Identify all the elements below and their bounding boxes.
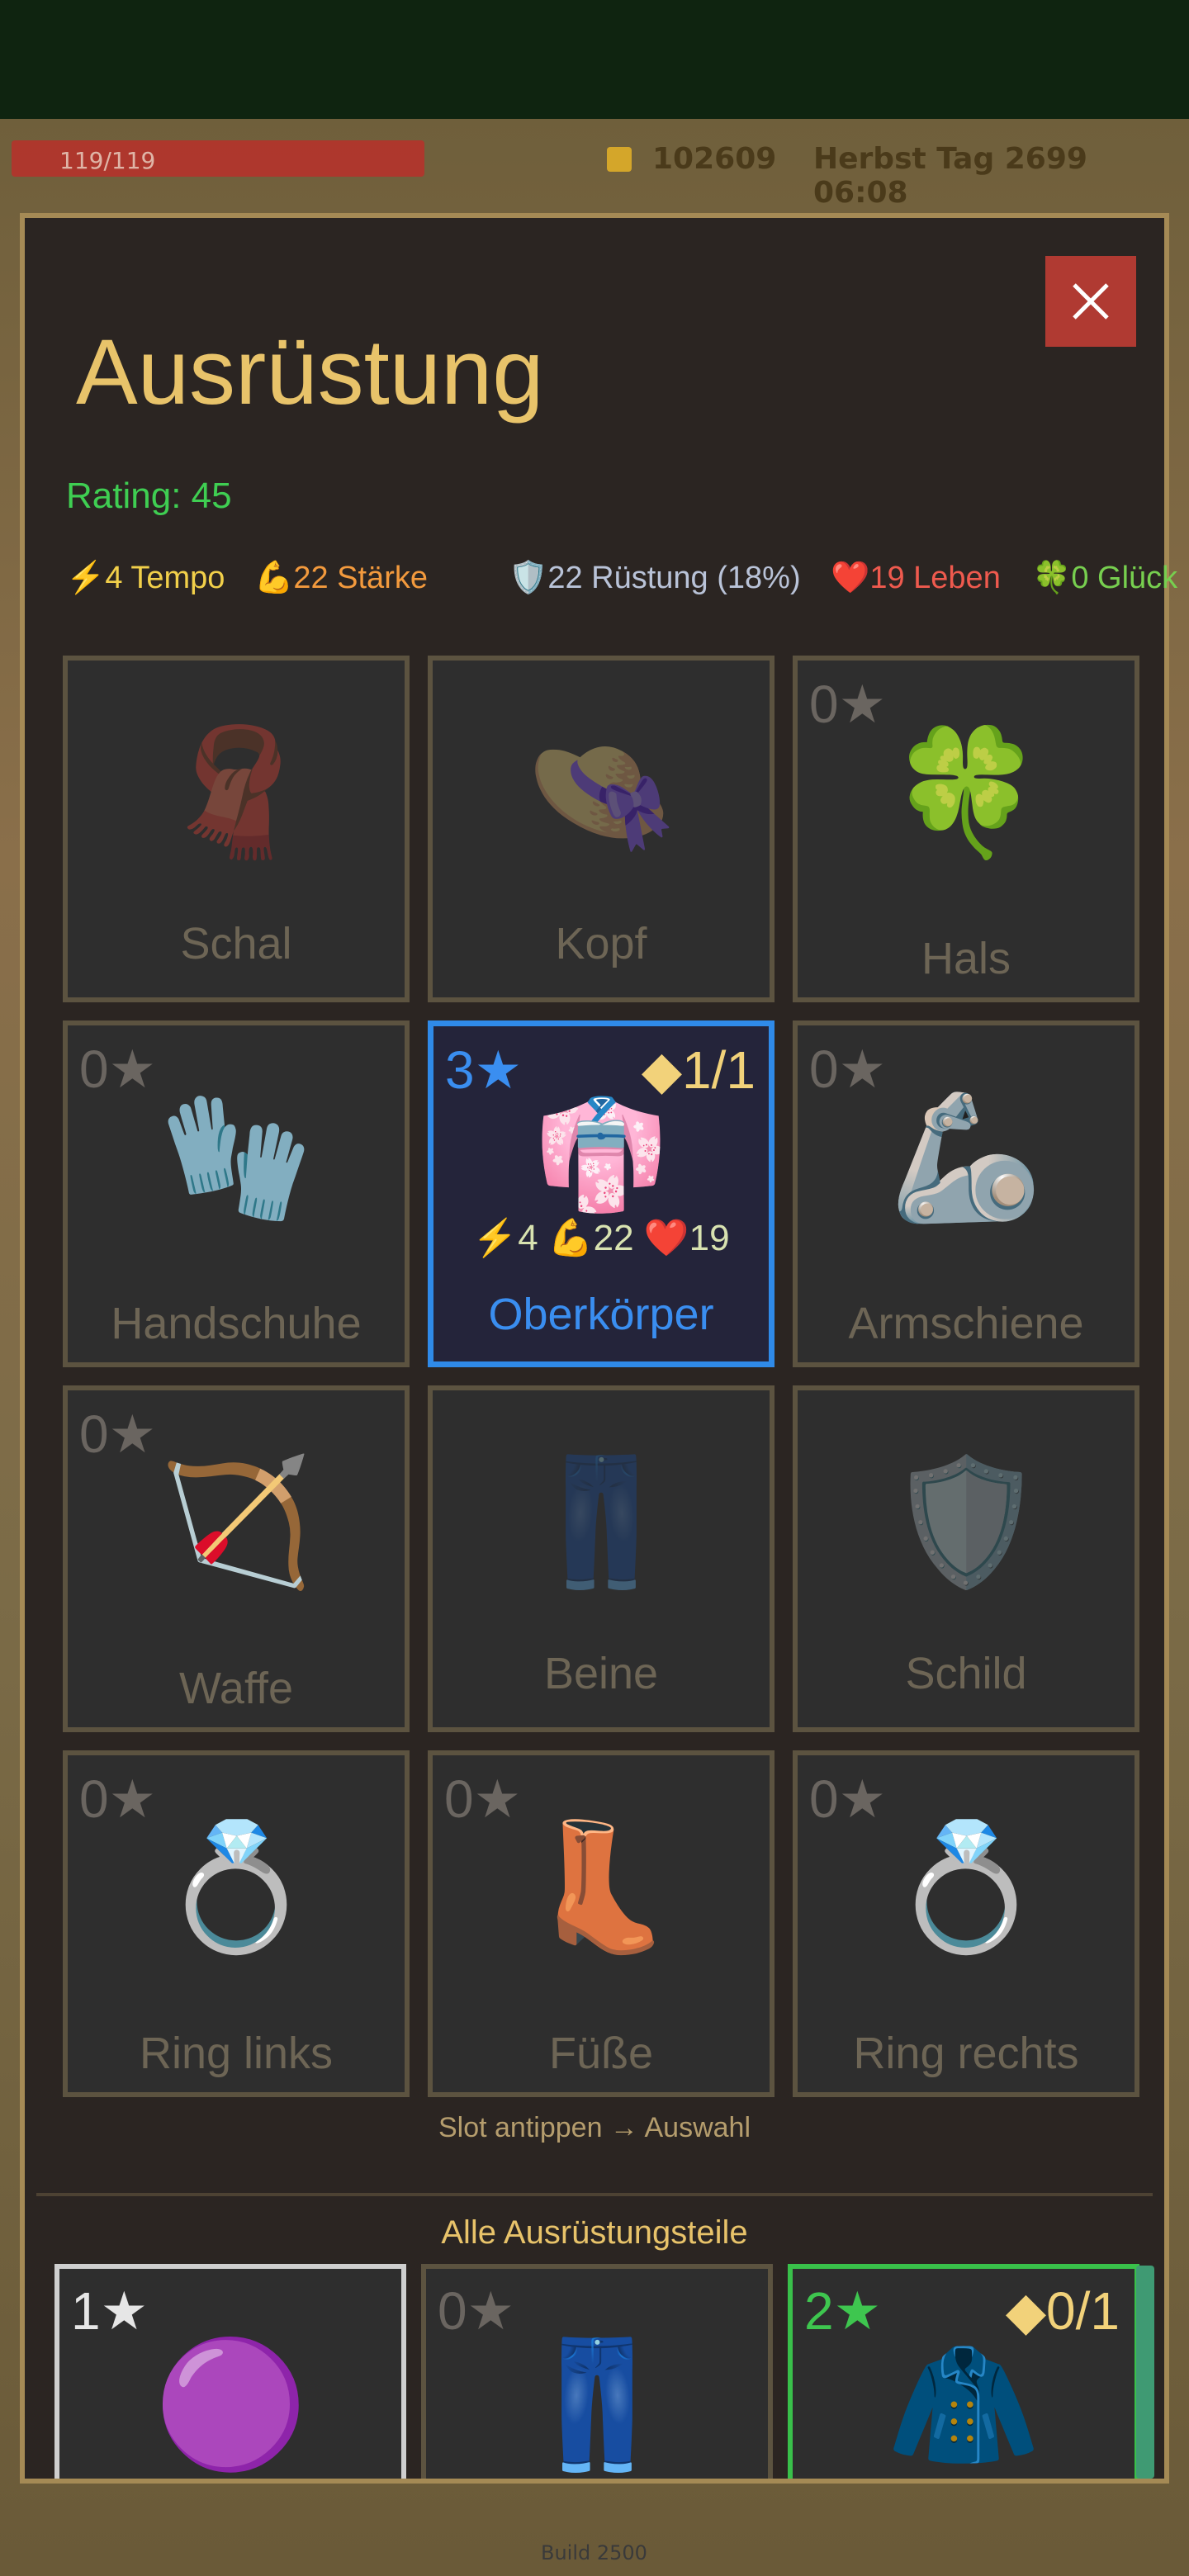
slot-label: Waffe: [178, 1664, 294, 1713]
hint-text: Slot antippen → Auswahl: [438, 2112, 751, 2143]
build-label: Build 2500: [541, 2541, 647, 2564]
gold-icon: [607, 147, 632, 172]
slot-hals[interactable]: 0★ 🍀 Hals: [793, 656, 1139, 1002]
modal-title: Ausrüstung: [76, 320, 544, 424]
slot-schal[interactable]: 🧣 Schal: [63, 656, 410, 1002]
close-icon: [1073, 283, 1109, 320]
jeans-icon: 👖: [523, 1451, 679, 1594]
slot-label: Füße: [548, 2029, 654, 2078]
purple-orb-icon: 🟣: [153, 2333, 308, 2477]
slot-oberkoerper[interactable]: 3★ ◆1/1 👘 ⚡4 💪22 ❤️19 Oberkörper: [428, 1020, 775, 1367]
item-stats: ⚡4 💪22 ❤️19: [472, 1218, 730, 1258]
close-button[interactable]: [1045, 256, 1136, 347]
slot-label: Handschuhe: [111, 1299, 362, 1348]
stat-tempo: ⚡4 Tempo: [66, 561, 225, 595]
bow-icon: 🏹: [159, 1451, 314, 1594]
kimono-icon: 👘: [534, 1091, 668, 1217]
stat-luck: 🍀0 Glück: [1032, 561, 1178, 595]
scarf-icon: 🧣: [159, 721, 314, 864]
slot-ring-links[interactable]: 0★ 💍 Ring links: [63, 1750, 410, 2097]
lightning-icon: ⚡: [66, 561, 106, 595]
ring-icon: 💍: [159, 1816, 314, 1959]
gloves-icon: 🧤: [159, 1086, 314, 1229]
gold-amount: 102609: [652, 142, 777, 176]
ring-icon: 💍: [888, 1816, 1044, 1959]
slot-label: Hals: [921, 934, 1011, 983]
heart-icon: ❤️: [831, 561, 870, 595]
slot-label: Oberkörper: [488, 1290, 714, 1339]
jeans-icon: 👖: [519, 2333, 675, 2477]
slot-label: Beine: [543, 1649, 659, 1698]
star-rating: 1★: [71, 2281, 148, 2341]
all-items-list[interactable]: 1★ 🟣 0★ 👖 2★ ◆0/1 🧥: [25, 2257, 1164, 2479]
equipment-modal: Ausrüstung Rating: 45 ⚡4 Tempo 💪22 Stärk…: [20, 213, 1177, 2484]
all-items-title: Alle Ausrüstungsteile: [441, 2214, 748, 2251]
coat-icon: 🧥: [886, 2333, 1041, 2477]
slot-label: Schild: [905, 1649, 1027, 1698]
date-time: Herbst Tag 2699 06:08: [813, 142, 1087, 210]
boot-icon: 👢: [523, 1816, 679, 1959]
slot-beine[interactable]: 👖 Beine: [428, 1385, 775, 1732]
game-hud: 119/119 102609 Herbst Tag 2699 06:08: [0, 132, 1189, 210]
item-card[interactable]: 2★ ◆0/1 🧥: [788, 2264, 1139, 2479]
slot-label: Armschiene: [848, 1299, 1084, 1348]
scrollbar[interactable]: [1136, 2266, 1154, 2479]
stat-health: ❤️19 Leben: [831, 561, 1001, 595]
slot-label: Ring rechts: [853, 2029, 1079, 2078]
mechanical-arm-icon: 🦾: [888, 1086, 1044, 1229]
slot-waffe[interactable]: 0★ 🏹 Waffe: [63, 1385, 410, 1732]
slot-label: Ring links: [139, 2029, 334, 2078]
shield-icon: 🛡️: [888, 1451, 1044, 1594]
flexed-arm-icon: 💪: [254, 561, 294, 595]
slot-ring-rechts[interactable]: 0★ 💍 Ring rechts: [793, 1750, 1139, 2097]
status-bar: [0, 0, 1189, 119]
shield-icon: 🛡️: [509, 561, 548, 595]
stats-row: ⚡4 Tempo 💪22 Stärke 🛡️22 Rüstung (18%) ❤…: [66, 560, 1177, 609]
section-divider: [36, 2193, 1153, 2196]
item-card[interactable]: 1★ 🟣: [54, 2264, 406, 2479]
clover-icon: 🍀: [1032, 561, 1072, 595]
clover-icon: 🍀: [888, 721, 1044, 864]
rating-text: Rating: 45: [66, 476, 232, 516]
stat-armor: 🛡️22 Rüstung (18%): [509, 561, 801, 595]
slot-kopf[interactable]: 👒 Kopf: [428, 656, 775, 1002]
health-text: 119/119: [59, 147, 156, 174]
slot-armschiene[interactable]: 0★ 🦾 Armschiene: [793, 1020, 1139, 1367]
slot-handschuhe[interactable]: 0★ 🧤 Handschuhe: [63, 1020, 410, 1367]
slot-schild[interactable]: 🛡️ Schild: [793, 1385, 1139, 1732]
item-card[interactable]: 0★ 👖: [421, 2264, 773, 2479]
slot-fuesse[interactable]: 0★ 👢 Füße: [428, 1750, 775, 2097]
star-rating: 0★: [438, 2281, 514, 2341]
hat-icon: 👒: [523, 721, 679, 864]
slot-label: Kopf: [555, 919, 647, 968]
slot-label: Schal: [180, 919, 292, 968]
star-rating: 2★: [804, 2281, 881, 2341]
stat-strength: 💪22 Stärke: [254, 561, 428, 595]
